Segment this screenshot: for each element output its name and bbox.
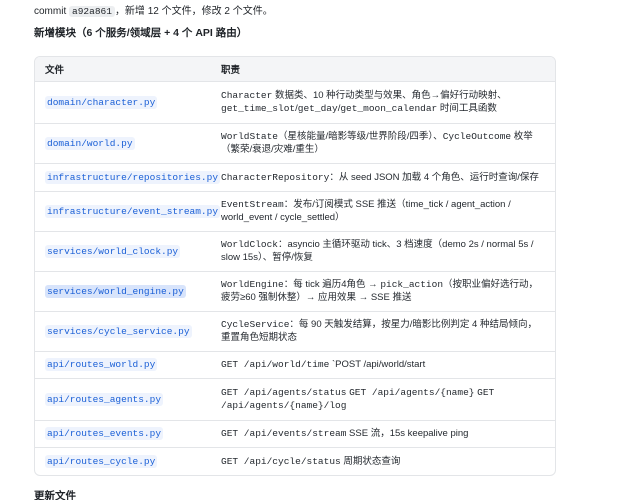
responsibility-cell: CharacterRepository：从 seed JSON 加载 4 个角色… (211, 163, 555, 192)
inline-code: GET /api/cycle/status (221, 455, 341, 467)
inline-code: CharacterRepository (221, 171, 330, 183)
description-text: ：从 seed JSON 加载 4 个角色、运行时查询/保存 (329, 171, 539, 183)
inline-code: GET /api/agents/{name} (349, 387, 475, 398)
file-path[interactable]: infrastructure/event_stream.py (45, 204, 221, 218)
file-path[interactable]: services/world_clock.py (45, 244, 181, 258)
description-text: （星核能量/暗影等级/世界阶段/四季）、 (278, 131, 443, 142)
file-cell: services/world_clock.py (35, 231, 211, 272)
table-row: services/world_engine.py WorldEngine：每 ti… (35, 271, 555, 312)
table-row: api/routes_agents.py GET /api/agents/stat… (35, 378, 555, 421)
file-path[interactable]: api/routes_events.py (45, 427, 164, 440)
inline-code: GET /api/agents/status (221, 387, 347, 398)
table-row: api/routes_cycle.py GET /api/cycle/status… (35, 447, 555, 475)
file-path[interactable]: api/routes_world.py (45, 358, 158, 371)
inline-code: EventStream (221, 199, 284, 210)
inline-code: GET /api/events/stream (221, 428, 347, 439)
description-text: 周期状态查询 (340, 455, 401, 467)
inline-code: get_moon_calendar (340, 103, 438, 114)
inline-code: GET /api/world/time (221, 359, 330, 370)
commit-prefix: commit (34, 6, 67, 17)
file-cell: infrastructure/event_stream.py (35, 191, 221, 232)
updated-files-heading: 更新文件 (34, 490, 76, 500)
table-header-row: 文件 职责 (35, 57, 555, 82)
file-cell: api/routes_cycle.py (35, 447, 211, 475)
file-cell: domain/world.py (35, 123, 211, 164)
responsibility-cell: GET /api/agents/status GET /api/agents/{… (211, 378, 555, 421)
inline-code: WorldState (221, 131, 279, 142)
inline-code: WorldEngine (221, 279, 284, 290)
inline-code: get_day (297, 103, 338, 114)
commit-hash: a92a861 (69, 6, 115, 17)
file-path[interactable]: api/routes_cycle.py (45, 454, 158, 468)
inline-code: pick_action (380, 279, 444, 290)
description-text: 数据类、10 种行动类型与效果、角色→偏好行动映射、 (272, 90, 507, 101)
file-cell: api/routes_world.py (35, 351, 211, 379)
file-path[interactable]: domain/world.py (45, 136, 135, 150)
file-path[interactable]: infrastructure/repositories.py (45, 170, 221, 184)
file-cell: services/cycle_service.py (35, 311, 211, 352)
responsibility-cell: Character 数据类、10 种行动类型与效果、角色→偏好行动映射、 get_… (211, 81, 555, 124)
table-row: api/routes_world.py GET /api/world/time `… (35, 351, 555, 379)
inline-code: WorldClock (221, 239, 279, 250)
responsibility-cell: WorldClock：asyncio 主循环驱动 tick、3 档速度（demo… (211, 231, 555, 272)
file-cell: services/world_engine.py (35, 271, 211, 312)
file-cell: domain/character.py (35, 81, 211, 124)
file-path[interactable]: services/cycle_service.py (45, 324, 192, 338)
inline-code: get_time_slot (221, 103, 296, 114)
responsibility-cell: CycleService：每 90 天触发结算，按星力/暗影比例判定 4 种结局… (211, 311, 555, 352)
responsibility-cell: EventStream：发布/订阅模式 SSE 推送（time_tick / a… (211, 191, 555, 232)
inline-code: CycleService (221, 319, 290, 330)
description-text: ：每 tick 遍历4角色 → (283, 279, 381, 290)
section-title: 新增模块（6 个服务/领域层 + 4 个 API 路由） (34, 27, 248, 39)
table-row: services/world_clock.py WorldClock：asynci… (35, 231, 555, 272)
header-file: 文件 (35, 57, 211, 82)
file-path[interactable]: domain/character.py (45, 95, 158, 109)
file-cell: api/routes_events.py (35, 420, 211, 448)
description-text: SSE 流，15s keepalive ping (346, 428, 469, 439)
table-row: infrastructure/repositories.py CharacterR… (35, 163, 555, 192)
responsibility-cell: GET /api/cycle/status 周期状态查询 (211, 447, 555, 475)
commit-suffix: ，新增 12 个文件，修改 2 个文件。 (114, 6, 273, 17)
responsibility-cell: WorldEngine：每 tick 遍历4角色 → pick_action（按… (211, 271, 555, 312)
file-cell: api/routes_agents.py (35, 378, 211, 421)
inline-code: CycleOutcome (442, 131, 512, 142)
file-path[interactable]: api/routes_agents.py (45, 392, 164, 406)
table-row: services/cycle_service.py CycleService：每 … (35, 311, 555, 352)
file-path[interactable]: services/world_engine.py (45, 284, 186, 298)
commit-summary: commit a92a861 ，新增 12 个文件，修改 2 个文件。 (34, 5, 273, 19)
description-text: `POST /api/world/start (329, 359, 426, 370)
table-row: infrastructure/event_stream.py EventStrea… (35, 191, 555, 232)
table-row: api/routes_events.py GET /api/events/stre… (35, 420, 555, 448)
responsibility-cell: WorldState（星核能量/暗影等级/世界阶段/四季）、CycleOutco… (211, 123, 555, 164)
table-row: domain/world.py WorldState（星核能量/暗影等级/世界阶段… (35, 123, 555, 164)
table-row: domain/character.py Character 数据类、10 种行动类… (35, 81, 555, 124)
responsibility-cell: GET /api/world/time `POST /api/world/sta… (211, 351, 555, 379)
description-text: 时间工具函数 (437, 103, 497, 114)
modules-table: 文件 职责 domain/character.py Character 数据类、1… (34, 56, 556, 476)
header-responsibility: 职责 (211, 57, 555, 82)
responsibility-cell: GET /api/events/stream SSE 流，15s keepali… (211, 420, 555, 448)
inline-code: Character (221, 90, 273, 101)
file-cell: infrastructure/repositories.py (35, 163, 221, 192)
